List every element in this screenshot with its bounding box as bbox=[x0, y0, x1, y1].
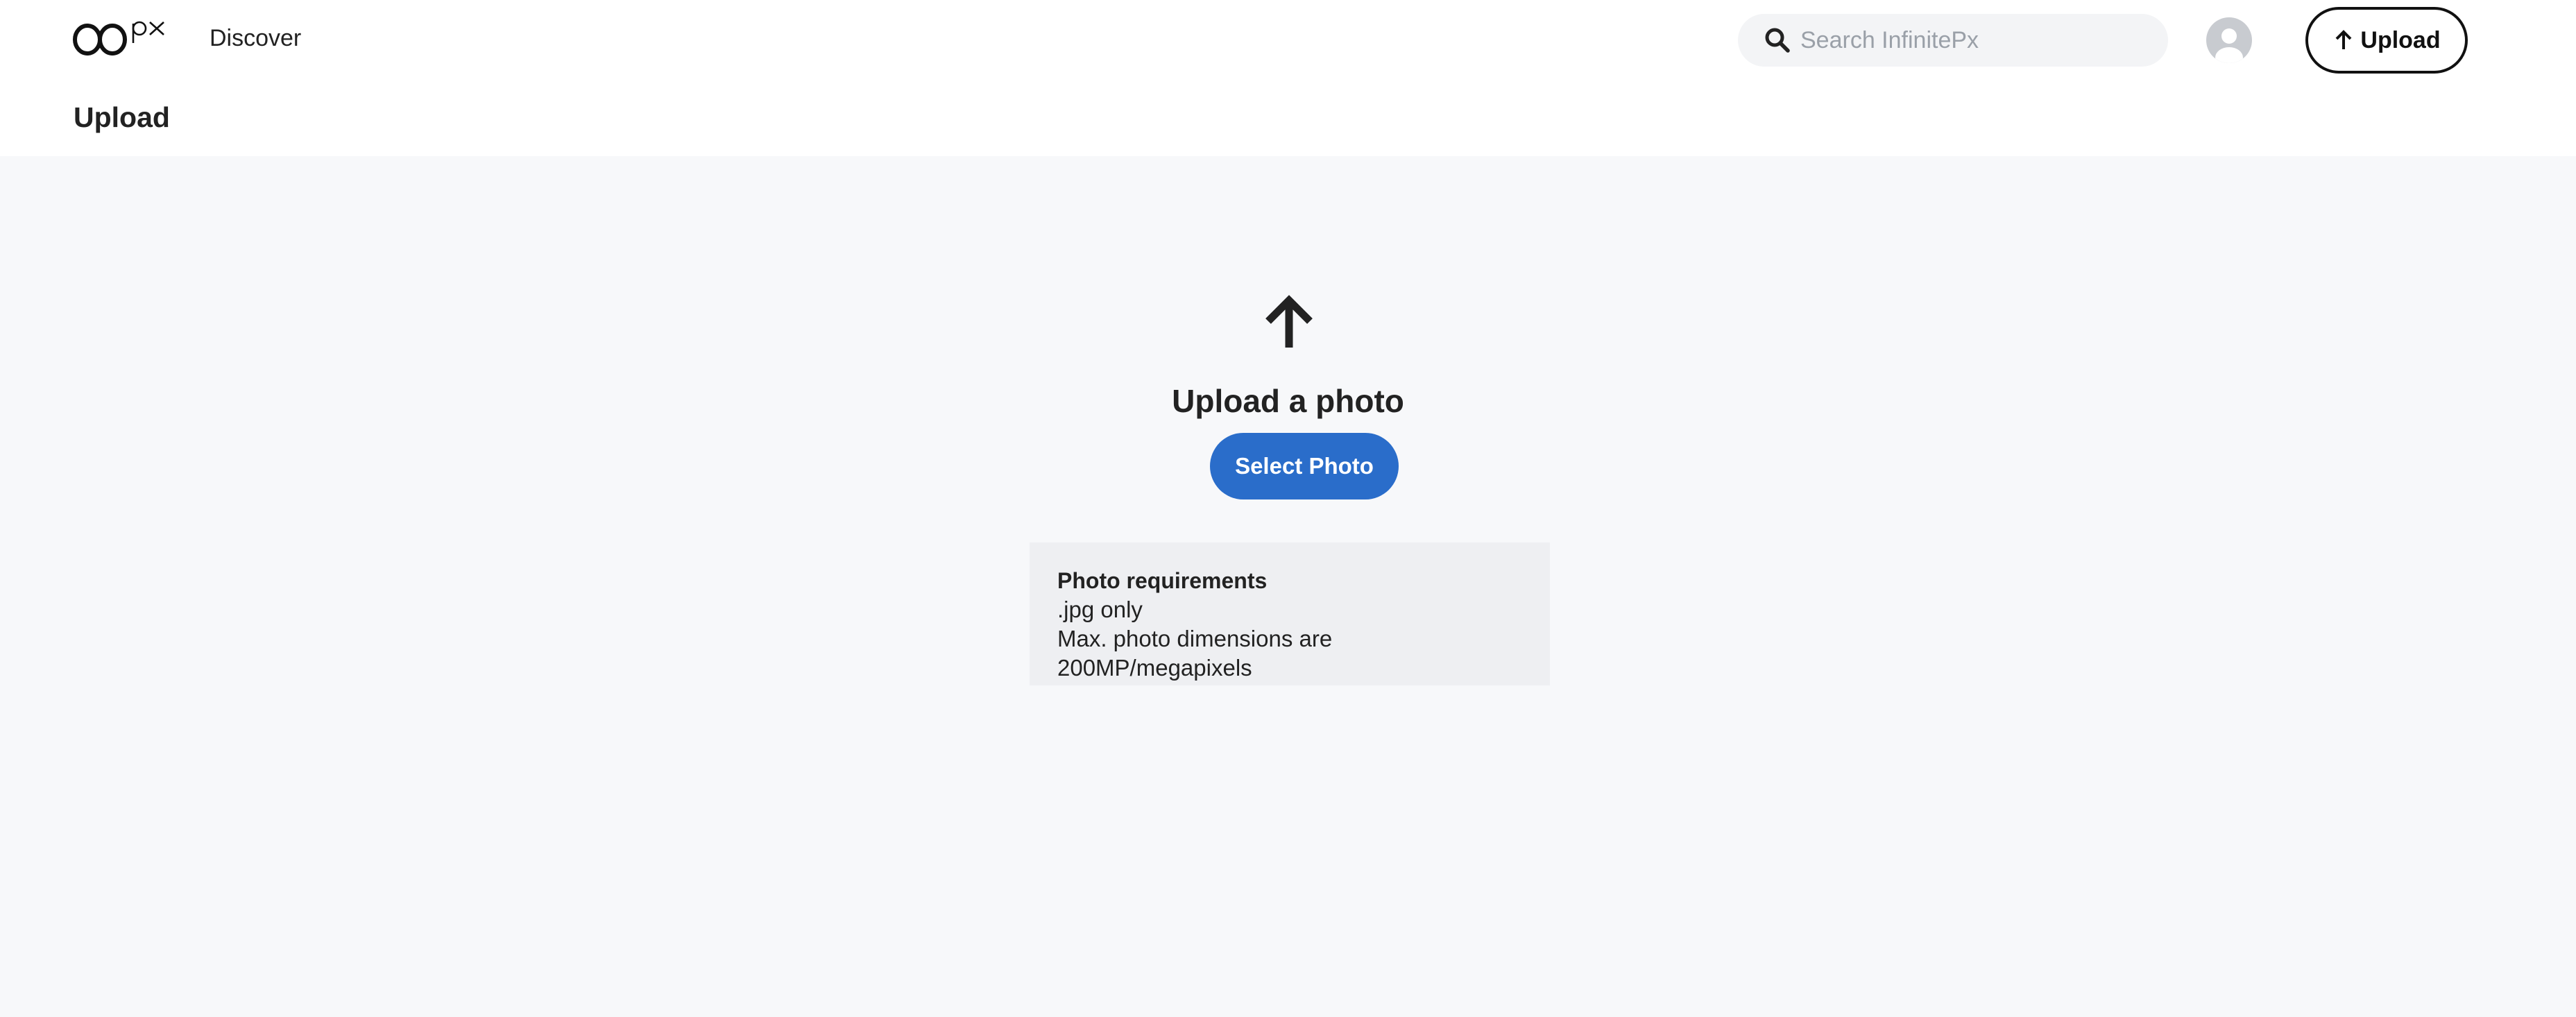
upload-heading: Upload a photo bbox=[1172, 383, 1404, 419]
arrow-up-icon bbox=[1265, 295, 1313, 348]
search-input[interactable] bbox=[1800, 21, 2147, 60]
search-icon bbox=[1765, 28, 1790, 53]
arrow-up-icon bbox=[2335, 30, 2352, 49]
requirement-item: Max. photo dimensions are 200MP/megapixe… bbox=[1057, 626, 1333, 681]
user-avatar[interactable] bbox=[2206, 17, 2252, 63]
upload-area[interactable]: Upload a photo Select Photo Photo requir… bbox=[0, 156, 2576, 1017]
search-box[interactable] bbox=[1738, 14, 2168, 67]
photo-requirements-box: Photo requirements .jpg only Max. photo … bbox=[1030, 542, 1550, 685]
page-title: Upload bbox=[74, 101, 170, 133]
requirement-item: .jpg only bbox=[1057, 597, 1143, 622]
select-photo-button[interactable]: Select Photo bbox=[1210, 433, 1399, 499]
top-navigation: Discover Upload bbox=[0, 0, 2576, 79]
user-avatar-icon bbox=[2215, 28, 2243, 63]
infinitepx-logo[interactable] bbox=[72, 17, 169, 58]
nav-discover-link[interactable]: Discover bbox=[210, 25, 301, 52]
upload-button[interactable]: Upload bbox=[2305, 7, 2468, 74]
upload-button-label: Upload bbox=[2360, 26, 2441, 53]
requirements-title: Photo requirements bbox=[1057, 568, 1268, 593]
